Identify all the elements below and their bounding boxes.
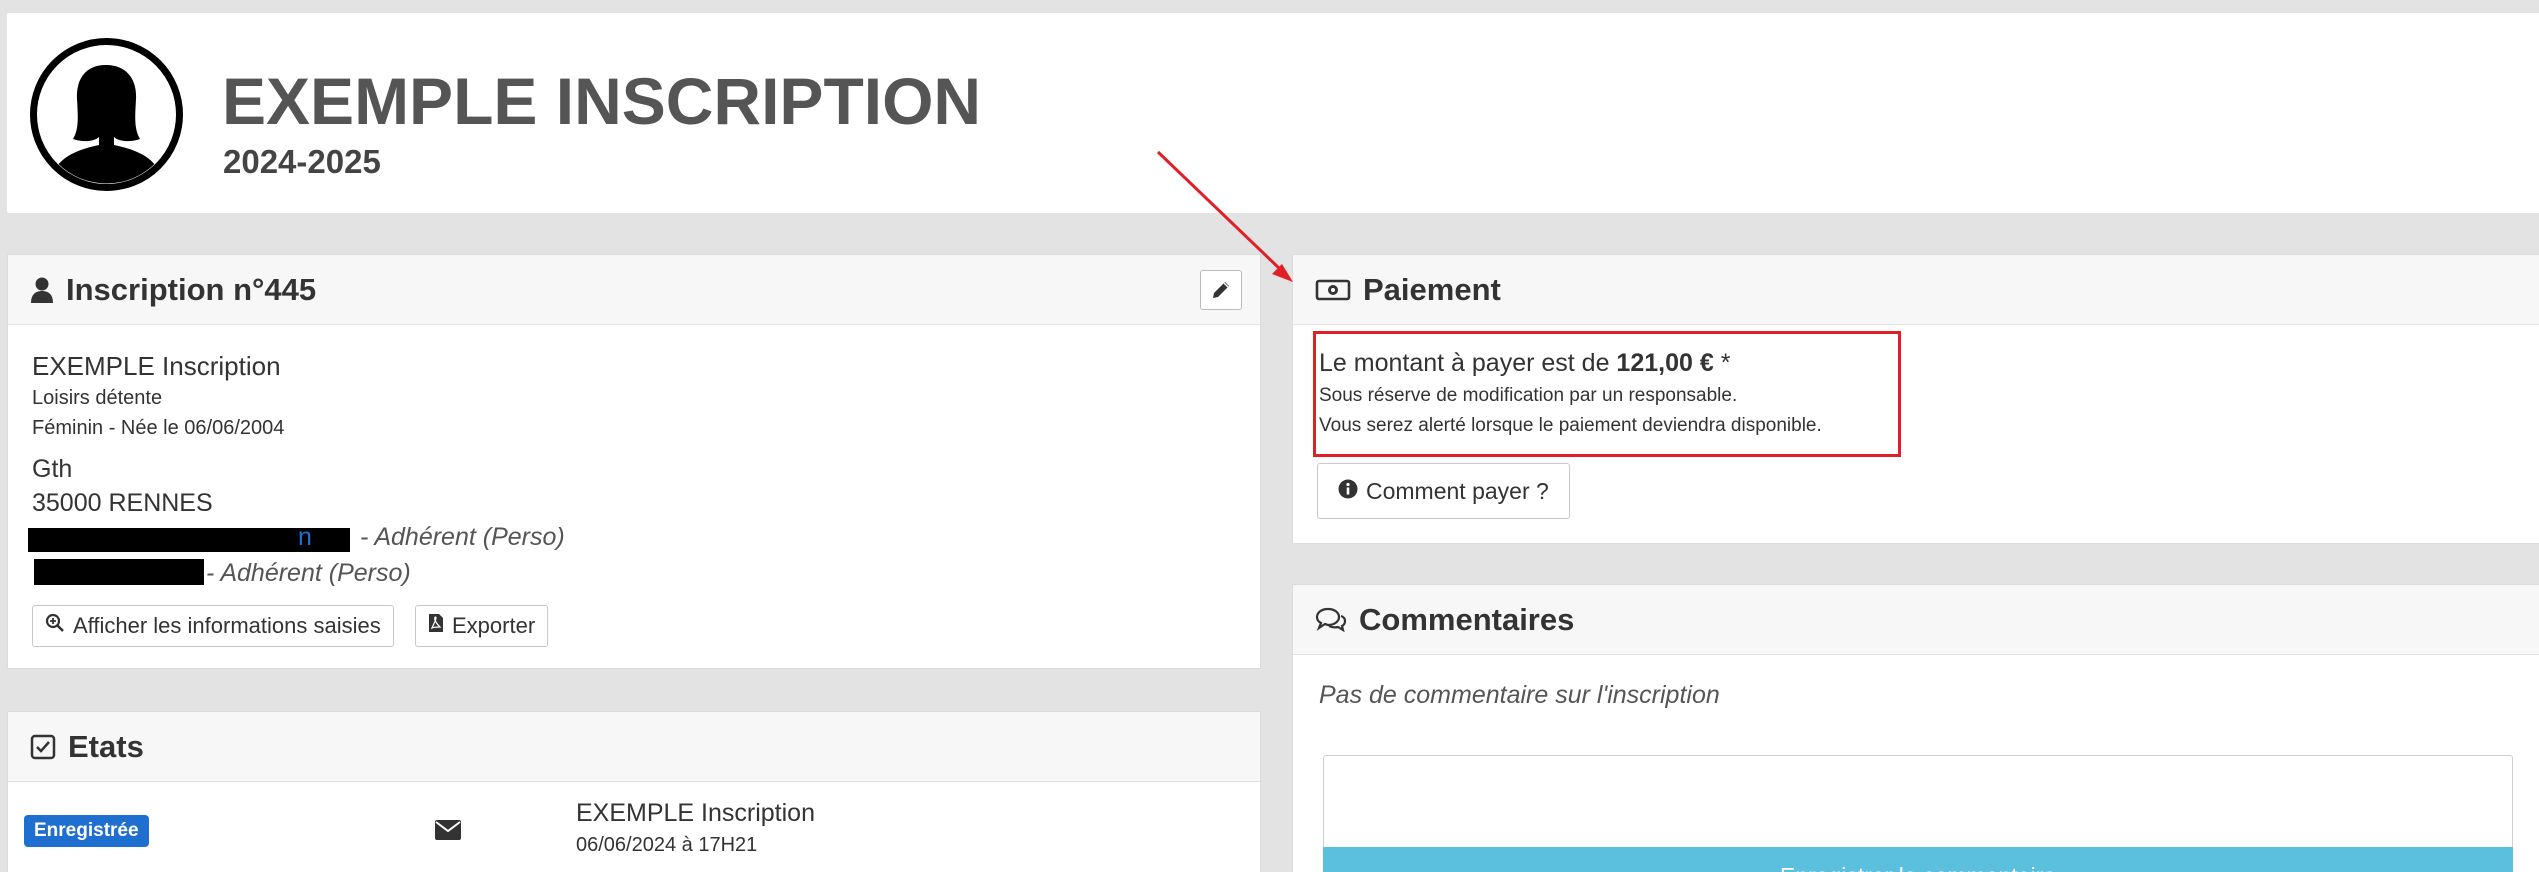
annotation-arrow [1156,150,1293,282]
